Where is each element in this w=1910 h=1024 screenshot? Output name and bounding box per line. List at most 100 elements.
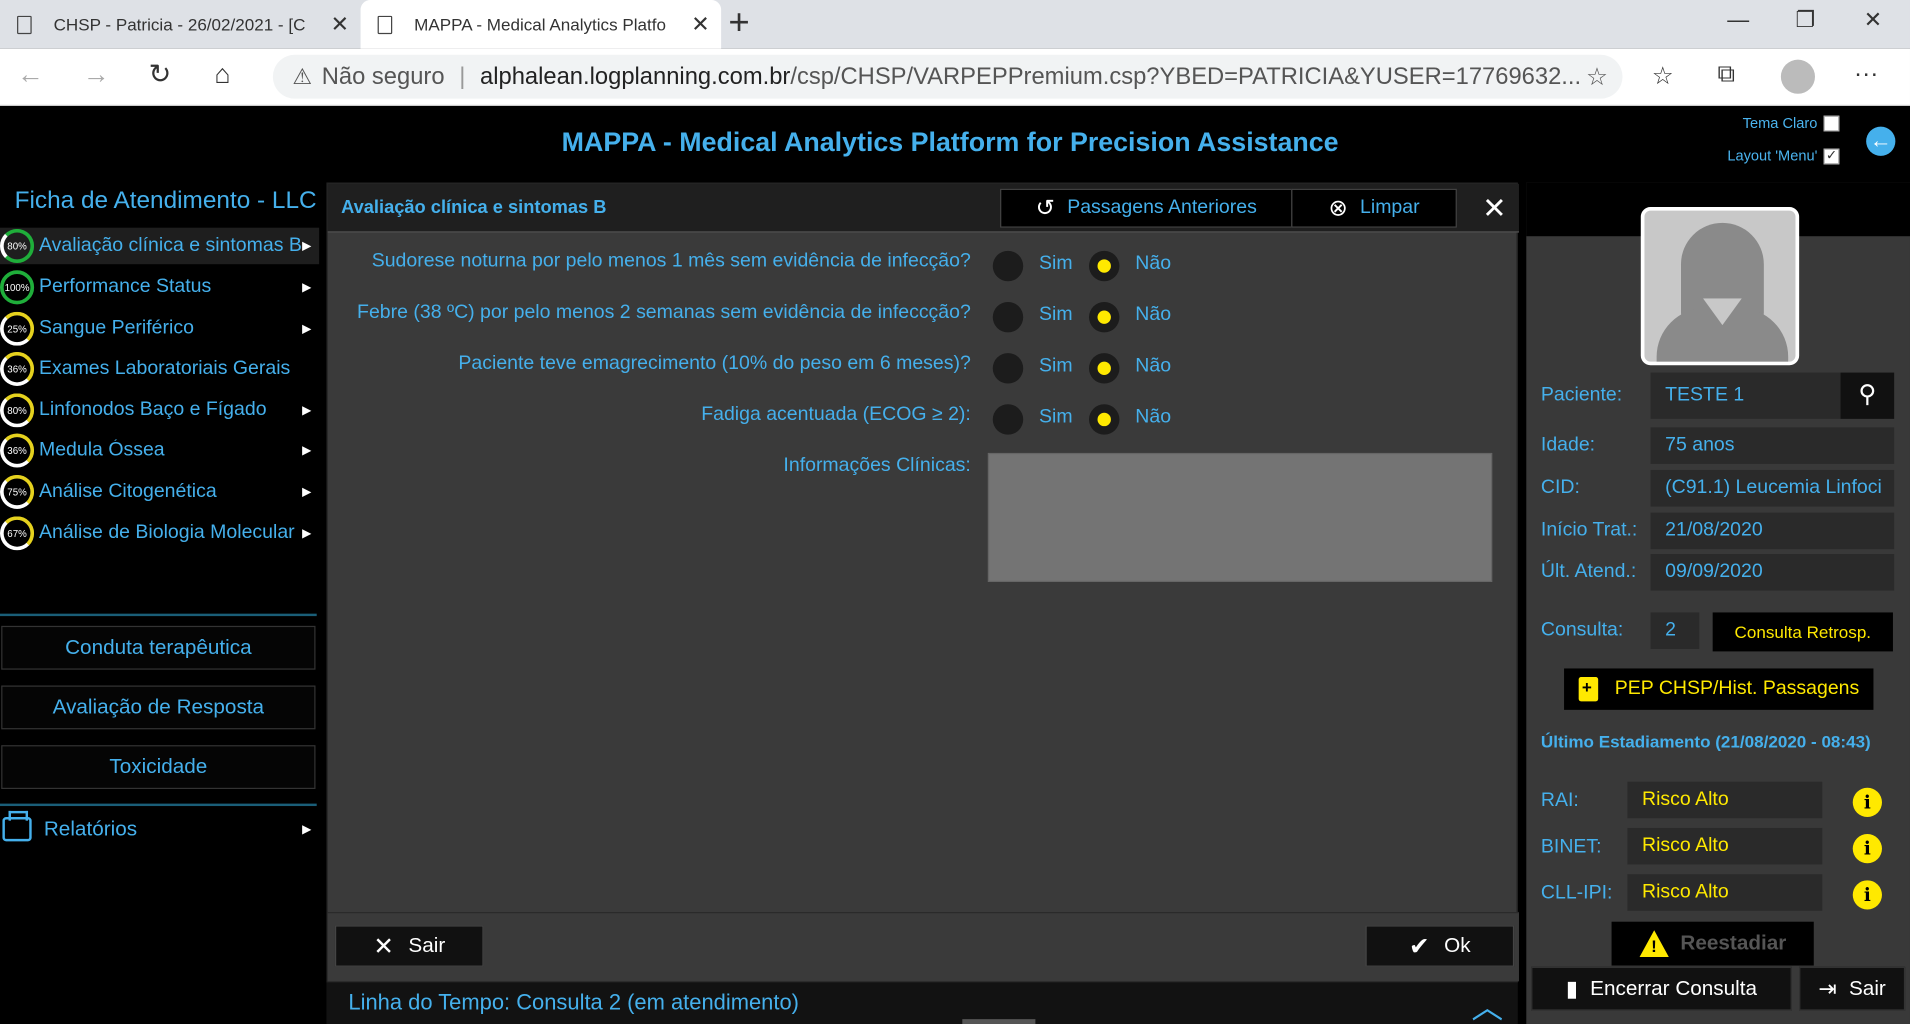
info-icon[interactable]: i — [1852, 834, 1882, 864]
binet-label: BINET: — [1540, 836, 1602, 858]
age-value: 75 anos — [1650, 427, 1895, 464]
radio-no[interactable] — [1088, 404, 1120, 435]
exit-label: Sair — [408, 933, 446, 958]
chevron-up-icon[interactable]: ︿ — [1471, 983, 1503, 1024]
sidebar-item-label: Medula Óssea — [38, 439, 165, 461]
toxicity-button[interactable]: Toxicidade — [1, 745, 316, 789]
caret-right-icon: ▶ — [302, 822, 312, 836]
sidebar-item-label: Sangue Periférico — [38, 317, 194, 339]
end-consult-button[interactable]: ▮ Encerrar Consulta — [1531, 966, 1792, 1011]
exit-button[interactable]: ✕ Sair — [334, 925, 484, 967]
sidebar-divider — [0, 803, 317, 807]
radio-yes[interactable] — [992, 301, 1024, 333]
response-evaluation-button[interactable]: Avaliação de Resposta — [1, 685, 316, 730]
question-night-sweats: Sudorese noturna por pelo menos 1 mês se… — [371, 250, 971, 272]
address-toolbar: ← → ↻ ⌂ ⚠ Não seguro | alphalean.logplan… — [0, 48, 1910, 106]
back-icon[interactable]: ← — [17, 58, 44, 90]
url-bar[interactable]: ⚠ Não seguro | alphalean.logplanning.com… — [272, 54, 1623, 99]
ok-button[interactable]: ✔ Ok — [1365, 925, 1515, 967]
forward-icon[interactable]: → — [83, 58, 110, 90]
patient-name-field[interactable]: TESTE 1 — [1650, 372, 1841, 419]
panel-footer: ✕ Sair ✔ Ok — [327, 911, 1519, 982]
back-arrow-icon[interactable]: ← — [1866, 126, 1896, 156]
document-icon — [377, 15, 393, 34]
search-icon[interactable]: ⚲ — [1840, 372, 1895, 419]
profile-avatar-icon[interactable] — [1780, 59, 1815, 94]
reports-menu[interactable]: Relatórios ▶ — [0, 810, 319, 848]
browser-tab[interactable]: CHSP - Patricia - 26/02/2021 - [C ✕ — [0, 0, 361, 49]
progress-gauge: 36% — [0, 351, 35, 386]
rai-value: Risco Alto — [1627, 781, 1823, 819]
caret-right-icon: ▶ — [302, 280, 312, 295]
radio-no[interactable] — [1088, 301, 1120, 333]
last-visit-label: Últ. Atend.: — [1540, 561, 1637, 583]
browser-tab-active[interactable]: MAPPA - Medical Analytics Platfo ✕ — [360, 0, 722, 49]
radio-no[interactable] — [1088, 353, 1120, 384]
previous-visits-button[interactable]: ↺ Passagens Anteriores — [1000, 188, 1293, 228]
clear-circle-x-icon: ⊗ — [1328, 195, 1348, 221]
cll-ipi-value: Risco Alto — [1627, 874, 1823, 911]
rai-label: RAI: — [1540, 790, 1579, 811]
restore-icon[interactable]: ❐ — [1795, 7, 1815, 33]
clear-button[interactable]: ⊗ Limpar — [1291, 188, 1457, 228]
url-domain: alphalean.logplanning.com.br — [479, 62, 791, 90]
theme-toggle[interactable]: Tema Claro — [1743, 114, 1840, 131]
minimize-icon[interactable]: — — [1727, 7, 1749, 33]
info-icon[interactable]: i — [1852, 787, 1882, 818]
caret-right-icon: ▶ — [302, 485, 312, 499]
url-separator: | — [459, 62, 466, 90]
caret-right-icon: ▶ — [302, 526, 312, 541]
info-icon[interactable]: i — [1852, 880, 1882, 910]
radio-no[interactable] — [1088, 250, 1120, 282]
close-icon[interactable]: ✕ — [1482, 191, 1506, 226]
progress-gauge: 67% — [0, 516, 35, 551]
theme-checkbox[interactable] — [1823, 115, 1840, 131]
sidebar-item-peripheral-blood[interactable]: 25% Sangue Periférico ▶ — [0, 310, 319, 347]
close-tab-icon[interactable]: ✕ — [326, 12, 353, 38]
sidebar-item-lab-exams[interactable]: 36% Exames Laboratoriais Gerais — [0, 351, 319, 388]
door-icon: ▮ — [1565, 975, 1578, 1001]
pep-history-button[interactable]: PEP CHSP/Hist. Passagens — [1564, 668, 1874, 710]
pep-history-label: PEP CHSP/Hist. Passagens — [1614, 678, 1860, 699]
radio-yes[interactable] — [992, 250, 1024, 282]
new-tab-icon[interactable]: + — [728, 2, 749, 43]
add-favorite-icon[interactable]: ☆ — [1586, 61, 1608, 91]
cid-label: CID: — [1540, 477, 1580, 498]
radio-yes[interactable] — [992, 404, 1024, 435]
clinical-evaluation-panel: Avaliação clínica e sintomas B ↺ Passage… — [326, 182, 1519, 983]
sidebar-item-molecular-biology[interactable]: 67% Análise de Biologia Molecular ▶ — [0, 515, 319, 552]
favorites-icon[interactable]: ☆ — [1652, 61, 1674, 91]
treatment-start-label: Início Trat.: — [1540, 519, 1638, 541]
restage-button[interactable]: Reestadiar — [1611, 921, 1814, 966]
sidebar-item-label: Exames Laboratoriais Gerais — [38, 357, 291, 379]
sidebar-item-clinical-evaluation[interactable]: 80% Avaliação clínica e sintomas B ▶ — [0, 227, 320, 265]
progress-gauge: 75% — [0, 474, 35, 509]
horizontal-scrollbar[interactable] — [962, 1019, 1036, 1024]
sidebar-item-bone-marrow[interactable]: 36% Medula Óssea ▶ — [0, 432, 319, 469]
sidebar-item-cytogenetics[interactable]: 75% Análise Citogenética ▶ — [0, 474, 319, 511]
logout-icon: ⇥ — [1818, 975, 1837, 1001]
history-icon: ↺ — [1035, 195, 1056, 221]
window-close-icon[interactable]: ✕ — [1864, 7, 1882, 33]
progress-gauge: 25% — [0, 311, 35, 346]
logout-button[interactable]: ⇥ Sair — [1799, 966, 1906, 1011]
timeline-bar[interactable]: Linha do Tempo: Consulta 2 (em atendimen… — [326, 982, 1518, 1024]
home-icon[interactable]: ⌂ — [214, 58, 230, 90]
therapeutic-conduct-button[interactable]: Conduta terapêutica — [1, 625, 316, 670]
clinical-info-textarea[interactable] — [987, 452, 1493, 583]
close-tab-icon[interactable]: ✕ — [687, 12, 714, 38]
layout-toggle[interactable]: Layout 'Menu' ✓ — [1727, 147, 1840, 164]
collections-icon[interactable]: ⧉ — [1718, 61, 1735, 89]
sidebar-item-lymph-nodes[interactable]: 80% Linfonodos Baço e Fígado ▶ — [0, 392, 319, 429]
radio-yes[interactable] — [992, 353, 1024, 384]
theme-label: Tema Claro — [1742, 114, 1818, 132]
check-icon: ✔ — [1409, 933, 1430, 961]
reload-icon[interactable]: ↻ — [149, 58, 171, 90]
sidebar-item-performance-status[interactable]: 100% Performance Status ▶ — [0, 269, 319, 306]
layout-checkbox[interactable]: ✓ — [1823, 147, 1840, 164]
more-menu-icon[interactable]: ··· — [1854, 61, 1878, 89]
radio-yes-label: Sim — [1039, 355, 1073, 377]
sidebar-item-label: Linfonodos Baço e Fígado — [38, 399, 267, 421]
panel-title: Avaliação clínica e sintomas B — [341, 197, 607, 218]
retrospective-consult-button[interactable]: Consulta Retrosp. — [1712, 612, 1893, 652]
